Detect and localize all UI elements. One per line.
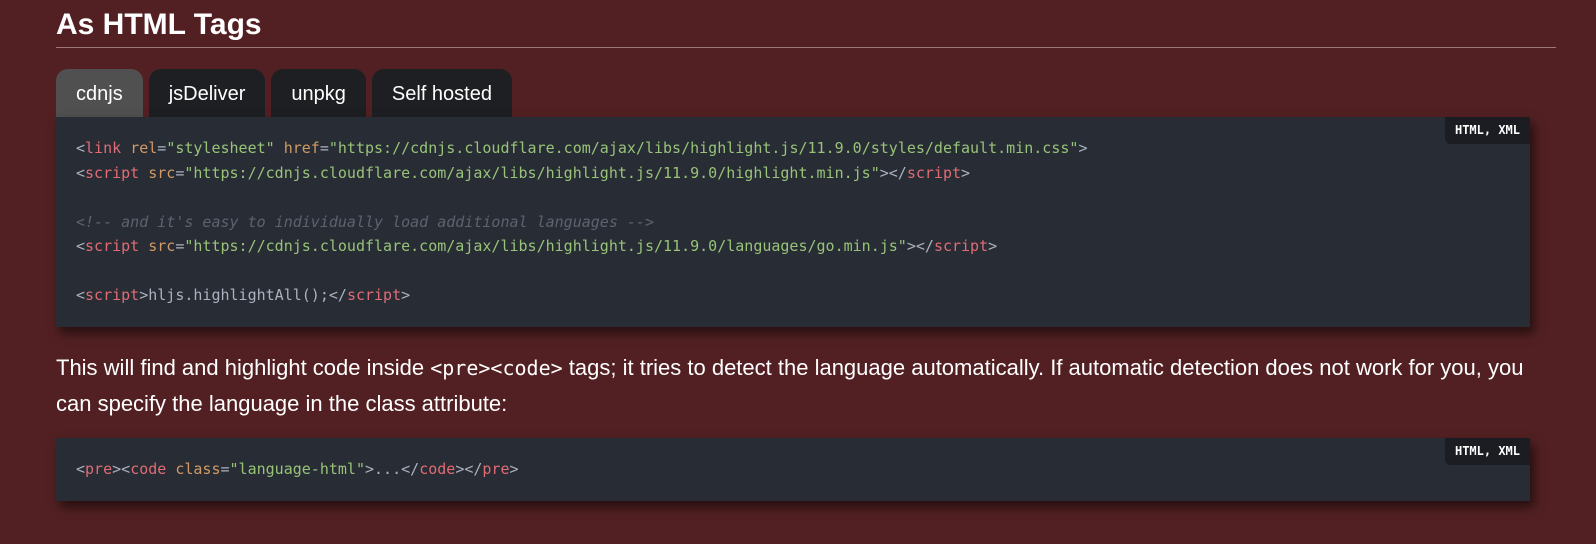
heading-divider (56, 47, 1556, 48)
code-punctuation: ></ (455, 460, 483, 478)
code-attribute: src (148, 163, 176, 182)
description-paragraph: This will find and highlight code inside… (56, 350, 1536, 421)
code-string: "https://cdnjs.cloudflare.com/ajax/libs/… (184, 237, 907, 255)
paragraph-text-before: This will find and highlight code inside (56, 355, 431, 380)
code-punctuation: hljs.highlightAll(); (148, 286, 329, 304)
code-punctuation: >< (112, 460, 131, 478)
code-tag-name: pre (482, 460, 510, 478)
code-line: <pre><code class="language-html">...</co… (76, 457, 1510, 482)
code-attribute: href (283, 139, 320, 157)
code-punctuation (121, 139, 130, 157)
code-tag-name: script (933, 237, 989, 255)
language-badge: HTML, XML (1444, 117, 1530, 144)
code-punctuation: < (76, 163, 86, 182)
code-string: "https://cdnjs.cloudflare.com/ajax/libs/… (328, 139, 1079, 157)
code-punctuation: ></ (879, 163, 907, 182)
code-tag-name: script (85, 286, 140, 304)
code-punctuation: < (76, 139, 86, 157)
code-punctuation: = (319, 139, 329, 157)
code-tag-name: script (85, 237, 140, 255)
code-tag-name: script (85, 163, 140, 182)
language-badge: HTML, XML (1444, 438, 1530, 465)
code-line: <script src="https://cdnjs.cloudflare.co… (76, 161, 1510, 186)
code-punctuation (139, 164, 148, 182)
code-punctuation: >...</ (365, 460, 420, 478)
code-content[interactable]: <link rel="stylesheet" href="https://cdn… (76, 136, 1510, 308)
code-punctuation: > (401, 286, 411, 304)
code-punctuation: < (76, 237, 86, 255)
code-tag-name: script (346, 286, 402, 304)
code-tag-name: link (85, 139, 122, 157)
code-attribute: rel (130, 139, 158, 157)
code-tag-name: pre (85, 460, 113, 478)
code-tag-name: script (906, 163, 962, 182)
code-comment: <!-- and it's easy to individually load … (76, 212, 654, 231)
code-line: <link rel="stylesheet" href="https://cdn… (76, 136, 1510, 161)
code-string: "language-html" (229, 460, 365, 478)
code-punctuation (139, 237, 148, 255)
code-tag-name: code (130, 460, 167, 478)
code-attribute: src (148, 237, 176, 255)
code-punctuation: ></ (906, 237, 934, 255)
code-block-class-example[interactable]: HTML, XML <pre><code class="language-htm… (56, 438, 1530, 501)
code-punctuation: > (139, 286, 149, 304)
cdn-tabs: cdnjs jsDeliver unpkg Self hosted (56, 69, 512, 117)
code-tag-name: code (419, 460, 456, 478)
tab-unpkg[interactable]: unpkg (271, 69, 366, 117)
tab-jsdeliver[interactable]: jsDeliver (148, 69, 266, 117)
section-heading: As HTML Tags (56, 8, 262, 41)
code-punctuation: = (220, 460, 230, 478)
code-line: <script src="https://cdnjs.cloudflare.co… (76, 234, 1510, 259)
tab-cdnjs[interactable]: cdnjs (56, 69, 143, 117)
code-content[interactable]: <pre><code class="language-html">...</co… (76, 457, 1510, 482)
code-punctuation: > (1078, 139, 1088, 157)
code-punctuation (166, 460, 175, 478)
code-punctuation: > (988, 237, 998, 255)
inline-code: <pre><code> (430, 356, 563, 380)
code-string: "https://cdnjs.cloudflare.com/ajax/libs/… (184, 163, 880, 182)
code-punctuation: > (961, 163, 971, 182)
code-punctuation: < (76, 286, 86, 304)
code-punctuation: </ (328, 286, 347, 304)
code-line: <!-- and it's easy to individually load … (76, 210, 1510, 235)
code-attribute: class (175, 460, 221, 478)
code-line: <script>hljs.highlightAll();</script> (76, 283, 1510, 308)
tab-self-hosted[interactable]: Self hosted (371, 69, 512, 117)
code-block-cdnjs[interactable]: HTML, XML <link rel="stylesheet" href="h… (56, 117, 1530, 327)
code-punctuation (275, 139, 284, 157)
code-string: "stylesheet" (166, 139, 275, 157)
code-punctuation: = (157, 139, 167, 157)
code-punctuation: < (76, 460, 86, 478)
code-punctuation: > (509, 460, 519, 478)
